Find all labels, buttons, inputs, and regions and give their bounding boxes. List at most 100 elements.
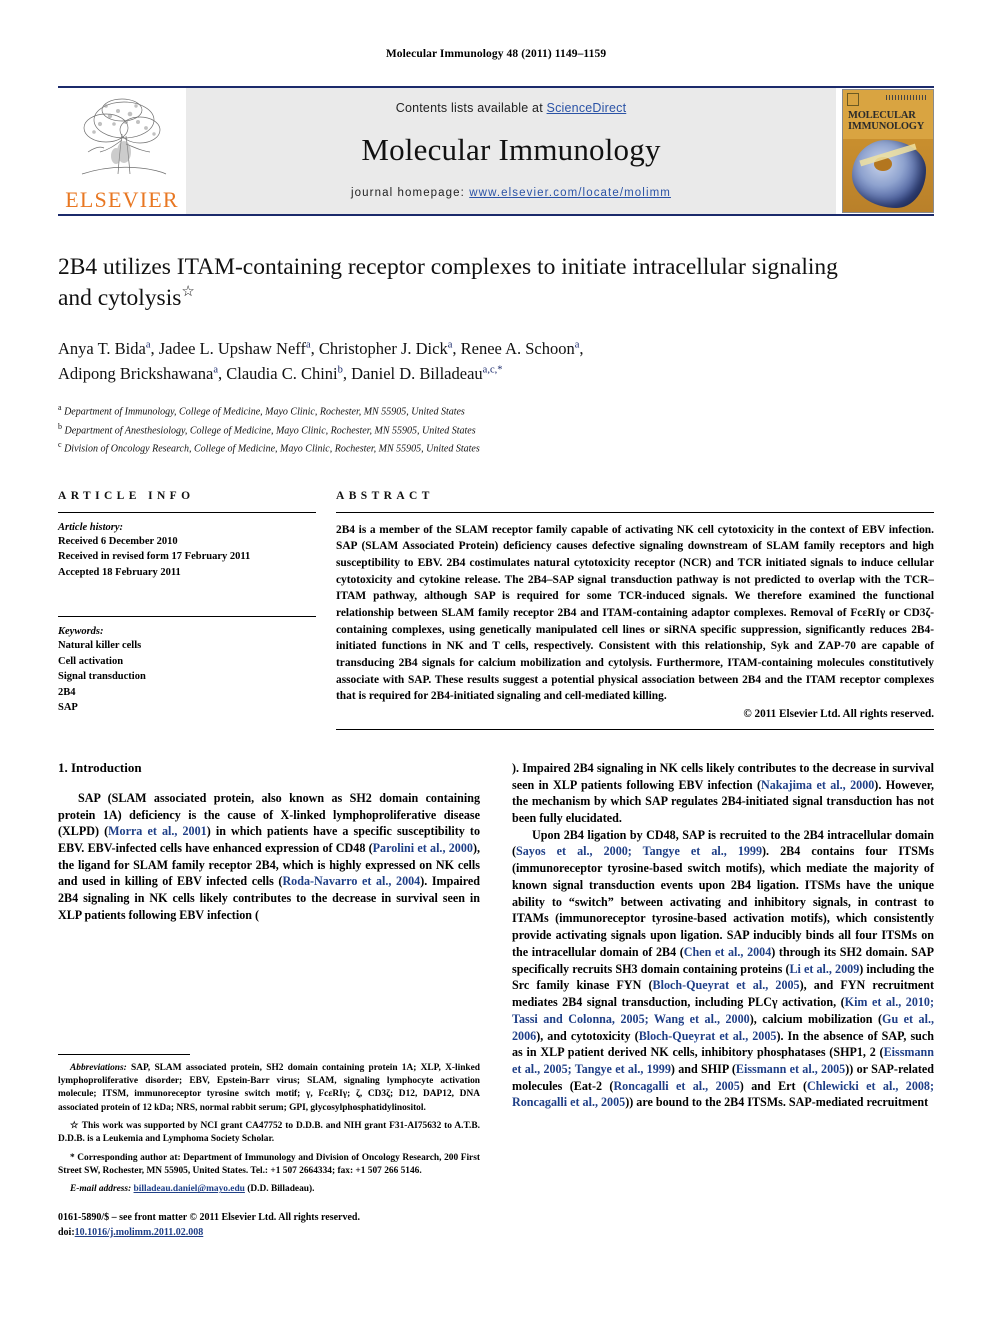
cover-protein-image [852,140,926,208]
body-columns: 1. Introduction SAP (SLAM associated pro… [58,760,934,1240]
email-suffix: (D.D. Billadeau). [244,1184,315,1195]
abstract-text: 2B4 is a member of the SLAM receptor fam… [336,523,934,703]
intro-paragraph-2: Upon 2B4 ligation by CD48, SAP is recrui… [512,827,934,1111]
footnote-abbreviations: Abbreviations: SAP, SLAM associated prot… [58,1062,480,1115]
journal-title: Molecular Immunology [361,132,661,167]
paper-page: Molecular Immunology 48 (2011) 1149–1159 [0,0,992,1323]
abstract-rule-bottom [336,728,934,730]
masthead-divider [58,214,934,216]
article-info-column: ARTICLE INFO Article history: Received 6… [58,490,316,730]
keywords-rule [58,616,316,618]
affiliation-text: Department of Immunology, College of Med… [64,406,465,418]
affiliation-list: a Department of Immunology, College of M… [58,402,934,458]
intro-p2-seg: ) and Ert ( [739,1078,807,1093]
funding-mark: ☆ [70,1121,79,1132]
affiliation-text: Division of Oncology Research, College o… [64,443,480,455]
article-history-item: Accepted 18 February 2011 [58,566,181,578]
article-history-item: Received in revised form 17 February 201… [58,551,251,563]
article-history-label: Article history: [58,521,124,533]
doi-link[interactable]: 10.1016/j.molimm.2011.02.008 [75,1227,204,1238]
article-info-heading: ARTICLE INFO [58,489,195,502]
citation-eissmann-2005[interactable]: Eissmann et al., 2005 [736,1062,845,1076]
keywords-label: Keywords: [58,626,104,638]
affiliation-item: a Department of Immunology, College of M… [58,402,934,421]
footnote-funding: ☆ This work was supported by NCI grant C… [58,1120,480,1147]
cover-elsevier-icon [847,93,859,106]
abstract-heading: ABSTRACT [336,489,434,502]
journal-cover-cell: MOLECULAR IMMUNOLOGY [836,88,934,214]
issn-line: 0161-5890/$ – see front matter © 2011 El… [58,1211,360,1223]
email-label: E-mail address: [70,1184,132,1195]
keyword-item: Signal transduction [58,671,146,683]
contents-prefix: Contents lists available at [395,101,547,115]
journal-banner: Contents lists available at ScienceDirec… [186,88,836,214]
running-head: Molecular Immunology 48 (2011) 1149–1159 [385,48,607,60]
cover-title-line1: MOLECULAR [848,110,916,121]
keyword-item: SAP [58,702,78,714]
contents-available-line: Contents lists available at ScienceDirec… [396,101,627,115]
keyword-item: 2B4 [58,686,76,698]
elsevier-logo: ELSEVIER [58,88,186,214]
footnote-corresponding-author: * Corresponding author at: Department of… [58,1152,480,1179]
body-column-left: 1. Introduction SAP (SLAM associated pro… [58,760,480,1240]
intro-p2-seg: ) and SHIP ( [670,1062,736,1076]
email-link[interactable]: billadeau.daniel@mayo.edu [134,1184,245,1194]
affiliation-mark: c [58,440,62,450]
keyword-item: Cell activation [58,655,124,667]
intro-p2-seg: ), calcium mobilization ( [749,1011,883,1026]
homepage-prefix: journal homepage: [351,187,470,199]
footnote-area: Abbreviations: SAP, SLAM associated prot… [58,1053,480,1240]
journal-cover-thumbnail[interactable]: MOLECULAR IMMUNOLOGY [842,89,934,213]
cover-barcode-icon [886,95,928,100]
footnote-divider [58,1053,190,1055]
author-line-1: Anya T. Bidaa, Jadee L. Upshaw Neffa, Ch… [58,339,584,359]
title-block: 2B4 utilizes ITAM-containing receptor co… [58,252,934,458]
citation-nakajima-2000[interactable]: Nakajima et al., 2000 [761,778,874,792]
body-column-right: ). Impaired 2B4 signaling in NK cells li… [512,760,934,1240]
journal-homepage-line: journal homepage: www.elsevier.com/locat… [351,187,671,199]
journal-masthead: ELSEVIER Contents lists available at Sci… [58,86,934,214]
issn-copyright-block: 0161-5890/$ – see front matter © 2011 El… [58,1210,480,1240]
corresponding-text: Corresponding author at: Department of I… [58,1152,480,1177]
author-list: Anya T. Bidaa, Jadee L. Upshaw Neffa, Ch… [58,336,934,386]
doi-label: doi: [58,1226,75,1238]
doi-line: doi:10.1016/j.molimm.2011.02.008 [58,1225,480,1240]
affiliation-item: c Division of Oncology Research, College… [58,439,934,458]
info-abstract-region: ARTICLE INFO Article history: Received 6… [58,490,934,730]
sciencedirect-link[interactable]: ScienceDirect [547,101,627,115]
citation-roncagalli-2005[interactable]: Roncagalli et al., 2005 [613,1079,739,1093]
affiliation-item: b Department of Anesthesiology, College … [58,421,934,440]
citation-bloch-queyrat-2005[interactable]: Bloch-Queyrat et al., 2005 [653,978,800,992]
abbreviations-label: Abbreviations: [70,1062,127,1073]
page-title: 2B4 utilizes ITAM-containing receptor co… [58,252,848,314]
abstract-copyright: © 2011 Elsevier Ltd. All rights reserved… [743,707,934,720]
footnote-email: E-mail address: billadeau.daniel@mayo.ed… [58,1183,480,1196]
citation-sayos-tangye[interactable]: Sayos et al., 2000; Tangye et al., 1999 [516,844,762,858]
citation-bloch-queyrat-2005-b[interactable]: Bloch-Queyrat et al., 2005 [639,1029,777,1043]
paper-title-text: 2B4 utilizes ITAM-containing receptor co… [58,254,838,312]
intro-p2-seg: ). 2B4 contains four ITSMs (immunorecept… [512,844,934,959]
author-line-2: Adipong Brickshawanaa, Claudia C. Chinib… [58,364,503,384]
article-info-rule [58,511,316,513]
funding-text: This work was supported by NCI grant CA4… [58,1121,480,1145]
citation-morra-2001[interactable]: Morra et al., 2001 [108,824,207,838]
keywords-block: Keywords: Natural killer cells Cell acti… [58,616,316,716]
citation-chen-2004[interactable]: Chen et al., 2004 [684,945,771,959]
abstract-rule-top [336,511,934,513]
title-footnote-mark: ☆ [181,284,195,301]
journal-homepage-link[interactable]: www.elsevier.com/locate/molimm [469,187,671,199]
citation-parolini-2000[interactable]: Parolini et al., 2000 [373,841,473,855]
section-heading-introduction: 1. Introduction [58,759,142,775]
citation-li-2009[interactable]: Li et al., 2009 [789,962,859,976]
intro-p2-seg-tail: )) are bound to the 2B4 ITSMs. SAP-media… [625,1095,929,1110]
corresponding-mark: * [70,1152,75,1163]
article-history-item: Received 6 December 2010 [58,535,178,547]
citation-roda-navarro-2004[interactable]: Roda-Navarro et al., 2004 [282,874,420,888]
cover-title: MOLECULAR IMMUNOLOGY [848,110,929,132]
affiliation-mark: b [58,421,62,431]
elsevier-tree-icon [70,94,174,188]
abstract-column: ABSTRACT 2B4 is a member of the SLAM rec… [336,490,934,730]
intro-paragraph-1: SAP (SLAM associated protein, also known… [58,790,480,924]
keyword-item: Natural killer cells [58,640,142,652]
intro-p2-seg: ), and cytotoxicity ( [536,1028,639,1043]
